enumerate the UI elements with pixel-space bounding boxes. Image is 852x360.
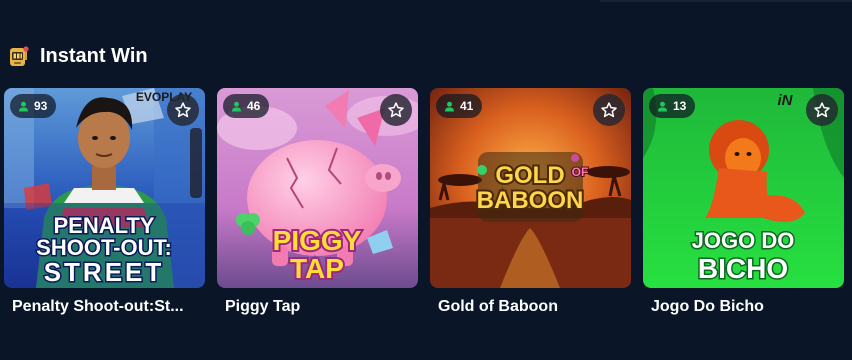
art-title-line-2: OF bbox=[572, 165, 589, 179]
game-card-gold-of-baboon[interactable]: GOLD OF BABOON 41 Gold of Baboon bbox=[430, 88, 631, 316]
players-count: 41 bbox=[460, 99, 474, 113]
players-icon bbox=[18, 101, 29, 112]
game-thumbnail[interactable]: GOLD OF BABOON 41 bbox=[430, 88, 631, 288]
art-title-line-1: GOLD bbox=[495, 162, 564, 189]
game-card-jogo-do-bicho[interactable]: JOGO DO BICHO iN 13 Jogo Do Bicho bbox=[643, 88, 844, 316]
favorite-button[interactable] bbox=[806, 94, 838, 126]
slot-machine-icon bbox=[8, 44, 30, 68]
players-count-badge: 13 bbox=[649, 94, 696, 118]
art-title-line-3: BABOON bbox=[477, 187, 584, 214]
art-title-line-2: BICHO bbox=[698, 253, 788, 284]
game-name[interactable]: Gold of Baboon bbox=[430, 298, 623, 316]
game-name[interactable]: Penalty Shoot-out:St... bbox=[4, 298, 197, 316]
players-count-badge: 93 bbox=[10, 94, 57, 118]
star-icon bbox=[175, 102, 191, 118]
star-icon bbox=[814, 102, 830, 118]
favorite-button[interactable] bbox=[167, 94, 199, 126]
game-thumbnail[interactable]: PIGGY TAP 46 bbox=[217, 88, 418, 288]
players-icon bbox=[657, 101, 668, 112]
games-row: PENALTY SHOOT-OUT: STREET EVOPLAY 93 Pen… bbox=[4, 88, 844, 316]
art-title-line-2: TAP bbox=[290, 253, 344, 284]
players-count: 46 bbox=[247, 99, 261, 113]
game-thumbnail[interactable]: PENALTY SHOOT-OUT: STREET EVOPLAY 93 bbox=[4, 88, 205, 288]
art-title-line-1: PIGGY bbox=[273, 225, 362, 256]
players-count-badge: 46 bbox=[223, 94, 270, 118]
art-title-line-1: JOGO DO bbox=[692, 228, 795, 253]
players-count: 13 bbox=[673, 99, 687, 113]
game-name[interactable]: Piggy Tap bbox=[217, 298, 410, 316]
top-divider bbox=[600, 0, 852, 2]
players-icon bbox=[444, 101, 455, 112]
players-icon bbox=[231, 101, 242, 112]
art-title-line-3: STREET bbox=[44, 257, 165, 287]
section-header: Instant Win bbox=[8, 42, 148, 70]
star-icon bbox=[388, 102, 404, 118]
section-title: Instant Win bbox=[40, 44, 148, 67]
players-count: 93 bbox=[34, 99, 48, 113]
favorite-button[interactable] bbox=[593, 94, 625, 126]
provider-logo: iN bbox=[778, 92, 794, 109]
players-count-badge: 41 bbox=[436, 94, 483, 118]
game-thumbnail[interactable]: JOGO DO BICHO iN 13 bbox=[643, 88, 844, 288]
star-icon bbox=[601, 102, 617, 118]
game-card-penalty-shootout[interactable]: PENALTY SHOOT-OUT: STREET EVOPLAY 93 Pen… bbox=[4, 88, 205, 316]
favorite-button[interactable] bbox=[380, 94, 412, 126]
game-name[interactable]: Jogo Do Bicho bbox=[643, 298, 836, 316]
game-card-piggy-tap[interactable]: PIGGY TAP 46 Piggy Tap bbox=[217, 88, 418, 316]
